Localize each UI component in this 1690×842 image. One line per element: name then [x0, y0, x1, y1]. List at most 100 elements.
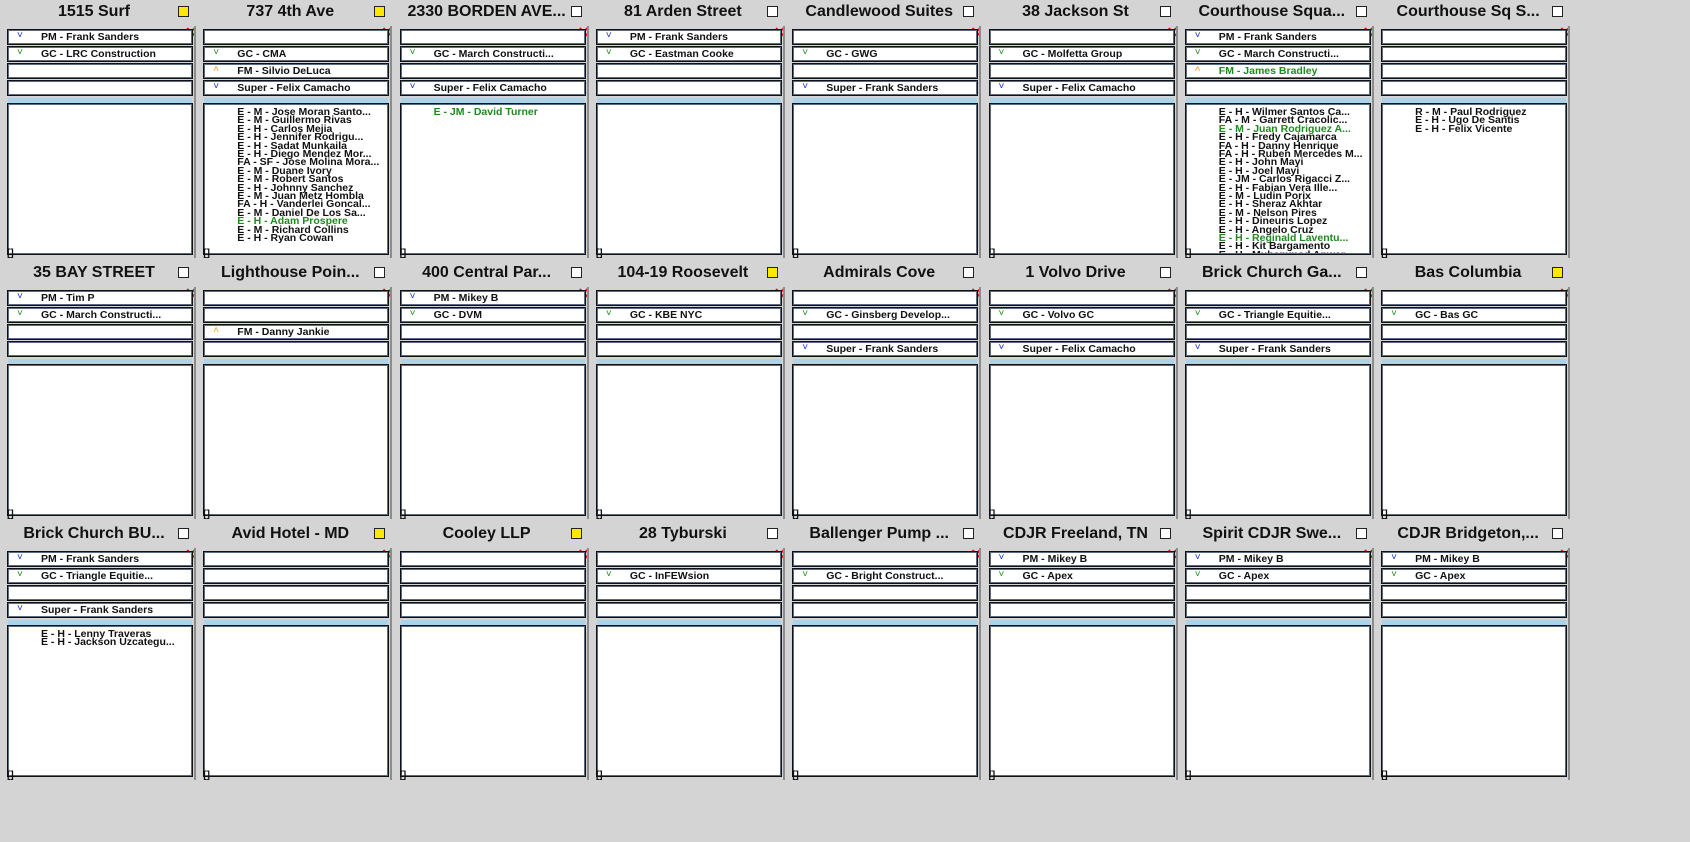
crew-list[interactable] [792, 103, 979, 255]
resize-handle-icon[interactable]: [] [7, 771, 14, 781]
job-title[interactable]: CDJR Freeland, TN [987, 524, 1165, 544]
resize-handle-icon[interactable]: [] [203, 771, 210, 781]
assignment-slot[interactable]: ˅ GC - Apex [988, 568, 1175, 584]
job-checkbox[interactable] [374, 267, 386, 278]
assignment-slot[interactable] [1184, 324, 1371, 340]
resize-handle-icon[interactable]: [] [1381, 249, 1388, 259]
resize-handle-icon[interactable]: [] [1185, 771, 1192, 781]
job-title[interactable]: 1 Volvo Drive [987, 263, 1165, 283]
assignment-slot[interactable]: ˅ Super - Felix Camacho [203, 80, 390, 96]
job-card[interactable]: Bas Columbia✕˅GC - Bas GC[] [1379, 261, 1571, 520]
assignment-slot[interactable] [7, 585, 193, 601]
assignment-slot[interactable] [595, 602, 782, 618]
resize-handle-icon[interactable]: [] [596, 249, 603, 259]
assignment-slot[interactable] [1381, 290, 1568, 306]
assignment-slot[interactable] [792, 585, 979, 601]
assignment-slot[interactable]: ˅ PM - Frank Sanders [7, 29, 193, 45]
assignment-slot[interactable]: ˅ GC - March Constructi... [399, 46, 586, 62]
job-checkbox[interactable] [1159, 267, 1171, 278]
job-title[interactable]: Spirit CDJR Swe... [1183, 524, 1361, 544]
job-checkbox[interactable] [963, 267, 975, 278]
job-checkbox[interactable] [570, 267, 582, 278]
assignment-slot[interactable]: ˅ Super - Frank Sanders [7, 602, 193, 618]
crew-list[interactable]: E - H - Wilmer Santos Ca... FA - M - Garr… [1184, 103, 1371, 255]
assignment-slot[interactable] [792, 290, 979, 306]
crew-list[interactable] [792, 625, 979, 777]
assignment-slot[interactable] [988, 290, 1175, 306]
assignment-slot[interactable]: ˅ PM - Mikey B [988, 551, 1175, 567]
assignment-slot[interactable] [7, 324, 193, 340]
crew-list[interactable] [203, 625, 390, 777]
assignment-slot[interactable] [1381, 29, 1568, 45]
job-checkbox[interactable] [1159, 6, 1171, 17]
assignment-slot[interactable]: ˅ GC - Triangle Equitie... [1184, 307, 1371, 323]
job-card[interactable]: 400 Central Par...✕˅PM - Mikey B˅GC - DV… [398, 261, 589, 520]
job-card[interactable]: 35 BAY STREET✕˅PM - Tim P˅GC - March Con… [5, 261, 197, 520]
job-title[interactable]: 81 Arden Street [594, 2, 772, 22]
resize-handle-icon[interactable]: [] [400, 771, 407, 781]
job-title[interactable]: 2330 BORDEN AVE... [398, 2, 576, 22]
assignment-slot[interactable] [792, 63, 979, 79]
assignment-slot[interactable] [399, 568, 586, 584]
assignment-slot[interactable]: ˅ GC - InFEWsion [595, 568, 782, 584]
assignment-slot[interactable] [203, 307, 390, 323]
assignment-slot[interactable] [595, 585, 782, 601]
assignment-slot[interactable] [7, 63, 193, 79]
assignment-slot[interactable] [595, 63, 782, 79]
job-card[interactable]: CDJR Freeland, TN✕˅PM - Mikey B˅GC - Ape… [987, 522, 1178, 781]
assignment-slot[interactable]: ˅ GC - CMA [203, 46, 390, 62]
crew-list[interactable] [595, 364, 782, 516]
assignment-slot[interactable] [1184, 80, 1371, 96]
assignment-slot[interactable]: ˅ GC - Bright Construct... [792, 568, 979, 584]
assignment-slot[interactable] [203, 551, 390, 567]
assignment-slot[interactable]: ˄ FM - James Bradley [1184, 63, 1371, 79]
job-title[interactable]: Courthouse Sq S... [1379, 2, 1557, 22]
assignment-slot[interactable] [595, 80, 782, 96]
assignment-slot[interactable]: ˅ Super - Frank Sanders [792, 80, 979, 96]
assignment-slot[interactable] [399, 63, 586, 79]
crew-list[interactable] [203, 364, 390, 516]
job-card[interactable]: Courthouse Sq S...✕R - M - Paul Rodrigue… [1379, 0, 1571, 259]
assignment-slot[interactable]: ˅ GC - Apex [1184, 568, 1371, 584]
resize-handle-icon[interactable]: [] [792, 249, 799, 259]
assignment-slot[interactable]: ˅ GC - KBE NYC [595, 307, 782, 323]
resize-handle-icon[interactable]: [] [1381, 510, 1388, 520]
job-title[interactable]: Courthouse Squa... [1183, 2, 1361, 22]
job-checkbox[interactable] [1355, 528, 1367, 539]
assignment-slot[interactable] [792, 551, 979, 567]
crew-list[interactable] [988, 364, 1175, 516]
assignment-slot[interactable]: ˅ GC - GWG [792, 46, 979, 62]
assignment-slot[interactable]: ˅ GC - DVM [399, 307, 586, 323]
crew-list[interactable] [1381, 364, 1568, 516]
job-card[interactable]: Brick Church BU...✕˅PM - Frank Sanders˅G… [5, 522, 197, 781]
job-checkbox[interactable] [178, 267, 189, 278]
job-card[interactable]: Ballenger Pump ...✕˅GC - Bright Construc… [790, 522, 982, 781]
resize-handle-icon[interactable]: [] [596, 510, 603, 520]
job-card[interactable]: Spirit CDJR Swe...✕˅PM - Mikey B˅GC - Ap… [1183, 522, 1375, 781]
job-title[interactable]: 104-19 Roosevelt [594, 263, 772, 283]
assignment-slot[interactable] [595, 324, 782, 340]
job-checkbox[interactable] [374, 6, 386, 17]
assignment-slot[interactable] [988, 602, 1175, 618]
job-card[interactable]: Candlewood Suites✕˅GC - GWG˅Super - Fran… [790, 0, 982, 259]
assignment-slot[interactable] [203, 290, 390, 306]
assignment-slot[interactable] [1381, 46, 1568, 62]
assignment-slot[interactable]: ˅ GC - Ginsberg Develop... [792, 307, 979, 323]
assignment-slot[interactable] [1381, 324, 1568, 340]
assignment-slot[interactable]: ˅ GC - Eastman Cooke [595, 46, 782, 62]
assignment-slot[interactable]: ˅ GC - March Constructi... [1184, 46, 1371, 62]
assignment-slot[interactable]: ˅ Super - Frank Sanders [1184, 341, 1371, 357]
job-title[interactable]: 38 Jackson St [987, 2, 1165, 22]
assignment-slot[interactable] [203, 585, 390, 601]
crew-list[interactable]: E - JM - David Turner [399, 103, 586, 255]
resize-handle-icon[interactable]: [] [792, 510, 799, 520]
assignment-slot[interactable] [988, 29, 1175, 45]
job-card[interactable]: 28 Tyburski✕˅GC - InFEWsion[] [594, 522, 786, 781]
resize-handle-icon[interactable]: [] [596, 771, 603, 781]
assignment-slot[interactable] [1381, 585, 1568, 601]
assignment-slot[interactable]: ˅ GC - Molfetta Group [988, 46, 1175, 62]
crew-list[interactable] [595, 625, 782, 777]
resize-handle-icon[interactable]: [] [989, 249, 996, 259]
job-card[interactable]: Admirals Cove✕˅GC - Ginsberg Develop...˅… [790, 261, 982, 520]
crew-list[interactable] [988, 103, 1175, 255]
